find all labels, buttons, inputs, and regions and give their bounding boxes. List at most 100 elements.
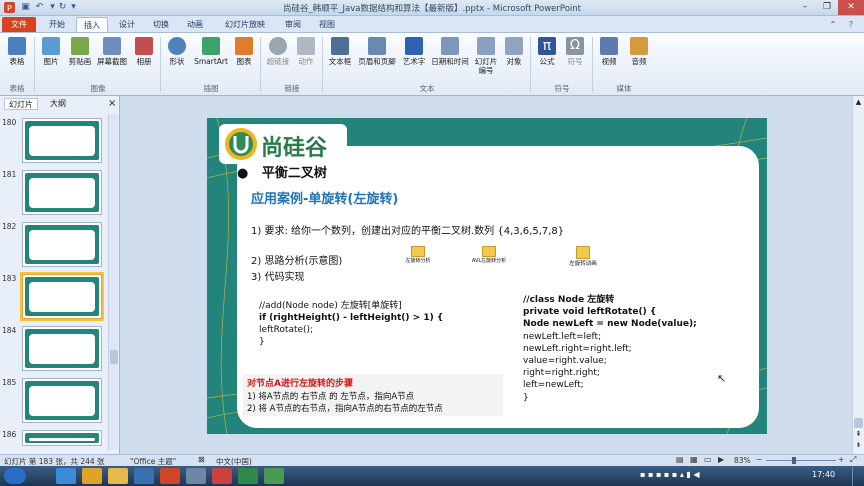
tab-design[interactable]: 设计 (112, 17, 142, 32)
symbol-label: 符号 (567, 57, 583, 66)
maximize-button[interactable]: ❐ (816, 0, 838, 15)
thumb-scroll-handle[interactable] (110, 350, 118, 364)
slideshow-view-icon[interactable]: ▶ (718, 455, 724, 464)
group-separator (260, 37, 261, 92)
tray-app-icon[interactable]: ▪ (664, 470, 669, 479)
screenshot-button[interactable]: 屏幕截图 (95, 37, 129, 66)
zoom-level[interactable]: 83% (734, 456, 751, 465)
show-hidden-icons[interactable]: ▴ (680, 470, 684, 479)
minimize-ribbon-icon[interactable]: ⌃ (826, 17, 840, 32)
network-icon[interactable]: ▮ (686, 470, 690, 479)
camtasia-icon[interactable] (264, 468, 284, 484)
zoom-slider-handle[interactable] (792, 457, 796, 464)
clipart-icon (71, 37, 89, 55)
tab-animations[interactable]: 动画 (180, 17, 210, 32)
hyperlink-button[interactable]: 超链接 (264, 37, 292, 66)
app-pdf-icon[interactable] (212, 468, 232, 484)
header-footer-button[interactable]: 页眉和页脚 (356, 37, 398, 66)
picture-button[interactable]: 图片 (38, 37, 64, 66)
media-icon[interactable] (134, 468, 154, 484)
excel-icon[interactable] (238, 468, 258, 484)
group-separator (160, 37, 161, 92)
tab-view[interactable]: 视图 (312, 17, 342, 32)
tray-app-icon[interactable]: ▪ (648, 470, 653, 479)
normal-view-icon[interactable]: ▤ (676, 455, 684, 464)
scroll-handle[interactable] (854, 418, 863, 428)
datetime-button[interactable]: 日期和时间 (430, 37, 470, 66)
tab-review[interactable]: 审阅 (278, 17, 308, 32)
tab-transitions[interactable]: 切换 (146, 17, 176, 32)
textbox-button[interactable]: 文本框 (326, 37, 354, 66)
current-slide[interactable]: 尚硅谷 ● 平衡二叉树 应用案例-单旋转(左旋转) 1) 要求: 给你一个数列，… (207, 118, 767, 434)
folder-link-3[interactable]: 左旋转动画 (563, 246, 603, 267)
wordart-button[interactable]: 艺术字 (400, 37, 428, 66)
volume-icon[interactable]: ◀ (693, 470, 699, 479)
clipart-button[interactable]: 剪贴画 (66, 37, 94, 66)
audio-button[interactable]: 音频 (626, 37, 652, 66)
slide-thumbnail[interactable] (22, 222, 102, 267)
zoom-in-icon[interactable]: + (838, 455, 844, 464)
fit-to-window-icon[interactable]: ⤢ (850, 455, 856, 465)
sorter-view-icon[interactable]: ▦ (690, 455, 698, 464)
slide-thumbnail[interactable] (22, 378, 102, 423)
tray-app-icon[interactable]: ▪ (640, 470, 645, 479)
powerpoint-icon[interactable] (160, 468, 180, 484)
slide-number-label: 幻灯片 编号 (474, 57, 498, 75)
video-button[interactable]: 视频 (596, 37, 622, 66)
action-button[interactable]: 动作 (294, 37, 318, 66)
folder-link-2[interactable]: AVL左旋转分析 (465, 246, 513, 264)
chart-button[interactable]: 图表 (232, 37, 256, 66)
smartart-icon (202, 37, 220, 55)
group-label-illustrations: 插图 (203, 84, 219, 93)
equation-button[interactable]: π 公式 (534, 37, 560, 66)
album-button[interactable]: 相册 (132, 37, 156, 66)
chrome-icon[interactable] (82, 468, 102, 484)
close-pane-icon[interactable]: × (108, 98, 116, 110)
table-button[interactable]: 表格 (4, 37, 30, 66)
tab-file[interactable]: 文件 (2, 17, 36, 32)
spellcheck-icon[interactable]: ⊠ (198, 455, 205, 464)
tab-outline[interactable]: 大纲 (50, 98, 66, 110)
action-icon (297, 37, 315, 55)
shapes-button[interactable]: 形状 (164, 37, 190, 66)
slide-number-button[interactable]: 幻灯片 编号 (472, 37, 500, 75)
folder-icon (411, 246, 425, 257)
app-clock-icon[interactable] (186, 468, 206, 484)
minimize-button[interactable]: – (794, 0, 816, 15)
windows-start-icon[interactable] (4, 468, 26, 484)
help-icon[interactable]: ? (844, 17, 858, 32)
slide-thumbnail[interactable] (22, 118, 102, 163)
folder-label: 左旋转分析 (405, 258, 431, 264)
slide-thumbnail[interactable] (20, 272, 104, 321)
symbol-button[interactable]: Ω 符号 (562, 37, 588, 66)
slide-thumbnail[interactable] (22, 326, 102, 371)
tray-app-icon[interactable]: ▪ (672, 470, 677, 479)
object-button[interactable]: 对象 (502, 37, 526, 66)
hyperlink-label: 超链接 (266, 57, 290, 66)
clock[interactable]: 17:40 (812, 470, 835, 479)
tray-app-icon[interactable]: ▪ (656, 470, 661, 479)
code-line: } (259, 337, 265, 347)
slide-thumbnail[interactable] (22, 170, 102, 215)
zoom-slider[interactable] (766, 460, 836, 461)
reading-view-icon[interactable]: ▭ (704, 455, 712, 464)
tab-slides[interactable]: 幻灯片 (4, 98, 38, 110)
show-desktop-button[interactable] (852, 466, 864, 486)
thumb-scrollbar[interactable] (108, 114, 118, 450)
video-label: 视频 (601, 57, 617, 66)
next-slide-icon[interactable]: ⇟ (854, 441, 863, 449)
tab-home[interactable]: 开始 (42, 17, 72, 32)
ie-icon[interactable] (56, 468, 76, 484)
slide-scrollbar[interactable]: ▲ ⇞ ⇟ (852, 96, 864, 454)
close-button[interactable]: ✕ (838, 0, 864, 15)
folder-link-1[interactable]: 左旋转分析 (403, 246, 433, 264)
smartart-button[interactable]: SmartArt (192, 37, 230, 66)
zoom-out-icon[interactable]: − (756, 455, 762, 464)
tab-insert[interactable]: 插入 (76, 17, 108, 32)
scroll-up-icon[interactable]: ▲ (854, 98, 863, 106)
tab-slideshow[interactable]: 幻灯片放映 (218, 17, 272, 32)
slide-thumbnail[interactable] (22, 430, 102, 446)
prev-slide-icon[interactable]: ⇞ (854, 430, 863, 438)
folder-icon[interactable] (108, 468, 128, 484)
code-line: if (rightHeight() - leftHeight() > 1) { (259, 313, 444, 323)
